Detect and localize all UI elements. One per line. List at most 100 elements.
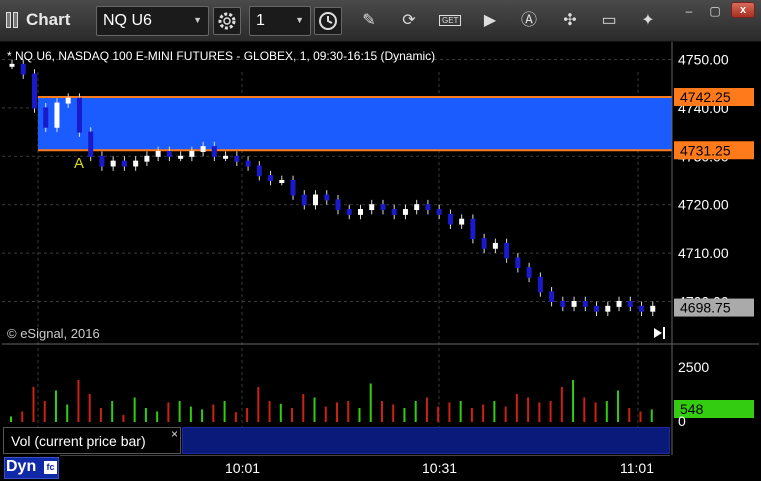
- volume-bar: [369, 383, 372, 422]
- volume-bar: [414, 401, 417, 422]
- get-icon[interactable]: GET: [439, 10, 462, 32]
- chart-area[interactable]: 4750.004740.004730.004720.004710.004700.…: [2, 42, 759, 455]
- minimize-icon[interactable]: –: [678, 0, 700, 22]
- candle-body: [20, 63, 26, 75]
- candle-body: [369, 204, 375, 211]
- play-icon[interactable]: ▶: [479, 10, 501, 32]
- volume-bar: [133, 397, 136, 422]
- toolbar: Chart NQ U6 ▼ 1 ▼ ✎ ⟳ GET ▶ Ⓐ ✣ ▭ ✦ – ▢ …: [0, 0, 761, 42]
- candle-body: [133, 160, 139, 167]
- restore-icon[interactable]: ▢: [704, 0, 726, 22]
- window-title: Chart: [26, 10, 71, 29]
- candle-body: [324, 194, 330, 201]
- alert-icon[interactable]: Ⓐ: [518, 10, 540, 32]
- chevron-down-icon: ▼: [193, 15, 202, 25]
- volume-bar: [639, 411, 642, 422]
- volume-bar: [358, 408, 361, 422]
- volume-bar: [122, 415, 125, 422]
- candle-body: [492, 242, 498, 249]
- scroll-to-end-icon[interactable]: [654, 327, 665, 339]
- volume-bar: [527, 397, 530, 422]
- candle-body: [549, 291, 555, 303]
- volume-bar: [617, 390, 620, 422]
- candle-body: [31, 73, 37, 109]
- candle-body: [650, 305, 656, 312]
- tools-icon[interactable]: ✣: [559, 10, 581, 32]
- volume-bar: [425, 397, 428, 422]
- volume-legend-close-icon[interactable]: ×: [171, 427, 178, 441]
- chart-header: * NQ U6, NASDAQ 100 E-MINI FUTURES - GLO…: [7, 49, 435, 63]
- volume-bar: [493, 401, 496, 422]
- candle-body: [99, 155, 105, 167]
- candle-body: [110, 160, 116, 167]
- interval-settings-button[interactable]: [314, 7, 342, 35]
- volume-legend-bar: [182, 427, 670, 454]
- candle-body: [279, 180, 285, 183]
- candle-body: [582, 301, 588, 307]
- time-axis[interactable]: 10:01 10:31 11:01: [60, 455, 670, 481]
- candle-body: [639, 305, 645, 312]
- candle-body: [290, 180, 296, 196]
- candle-body: [425, 204, 431, 211]
- candle-body: [245, 160, 251, 167]
- volume-bar: [223, 401, 226, 422]
- candle-body: [560, 301, 566, 307]
- volume-bar: [605, 401, 608, 422]
- symbol-settings-button[interactable]: [213, 7, 241, 35]
- chart-window-icon: [6, 12, 20, 28]
- last-price-label: 4698.75: [680, 300, 731, 316]
- volume-bar: [43, 401, 46, 422]
- price-tick-label: 4750.00: [678, 52, 729, 68]
- candle-body: [223, 155, 229, 159]
- candle-body: [301, 194, 307, 206]
- interval-value: 1: [256, 12, 265, 29]
- candle-body: [616, 301, 622, 307]
- pencil-icon[interactable]: ✎: [358, 10, 380, 32]
- volume-bar: [257, 387, 260, 422]
- annotation-label: A: [74, 155, 84, 172]
- candle-body: [43, 107, 49, 128]
- volume-bar: [178, 401, 181, 422]
- refresh-icon[interactable]: ⟳: [398, 10, 420, 32]
- volume-bar: [156, 411, 159, 422]
- volume-bar: [482, 404, 485, 422]
- volume-bar: [538, 402, 541, 422]
- volume-bar: [77, 380, 80, 422]
- candle-body: [436, 209, 442, 215]
- candle-body: [65, 97, 71, 104]
- candle-body: [504, 242, 510, 259]
- candle-body: [9, 63, 15, 67]
- close-button[interactable]: x: [731, 2, 755, 18]
- candle-body: [76, 97, 82, 133]
- volume-bar: [234, 412, 237, 422]
- dynamic-mode-icon[interactable]: fc: [44, 461, 57, 474]
- volume-bar: [560, 387, 563, 422]
- candle-body: [391, 209, 397, 215]
- candle-body: [470, 218, 476, 240]
- price-zone-high-label: 4742.25: [680, 89, 731, 105]
- candle-body: [200, 146, 206, 152]
- twitter-icon[interactable]: ✦: [637, 10, 659, 32]
- candle-body: [178, 155, 184, 159]
- symbol-selector[interactable]: NQ U6 ▼: [96, 6, 209, 36]
- volume-bar: [167, 402, 170, 422]
- candle-body: [211, 146, 217, 157]
- comment-icon[interactable]: ▭: [598, 10, 620, 32]
- interval-selector[interactable]: 1 ▼: [249, 6, 311, 36]
- volume-bar: [347, 401, 350, 422]
- volume-bar: [54, 390, 57, 422]
- symbol-value: NQ U6: [103, 12, 152, 29]
- candle-body: [155, 150, 161, 157]
- candle-body: [627, 301, 633, 307]
- volume-bar: [650, 409, 653, 422]
- price-chart[interactable]: 4750.004740.004730.004720.004710.004700.…: [2, 42, 759, 455]
- candle-body: [234, 155, 240, 162]
- volume-axis-label: 2500: [678, 359, 709, 375]
- price-zone-band[interactable]: [38, 97, 672, 151]
- volume-bar: [448, 402, 451, 422]
- candle-body: [380, 204, 386, 211]
- volume-legend[interactable]: Vol (current price bar): [3, 427, 181, 454]
- volume-bar: [66, 404, 69, 422]
- candle-body: [447, 213, 453, 225]
- volume-bar: [403, 408, 406, 422]
